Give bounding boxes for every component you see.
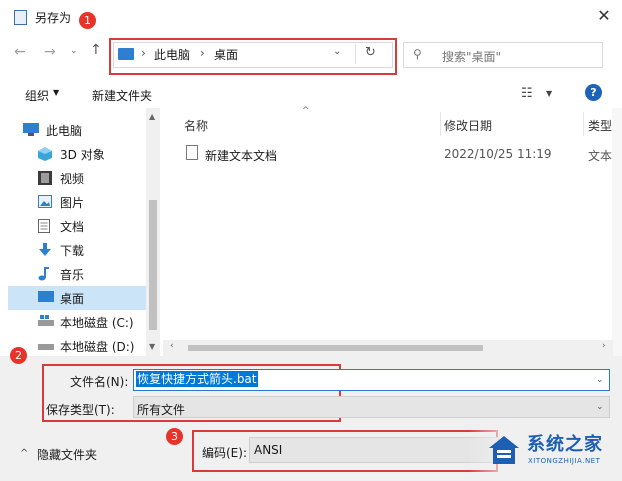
up-arrow-icon[interactable]: ↑	[90, 42, 106, 60]
breadcrumb-this-pc[interactable]: 此电脑	[154, 46, 190, 63]
house-logo-icon	[489, 436, 519, 464]
sidebar-item-drive-c[interactable]: 本地磁盘 (C:)	[8, 310, 146, 334]
sidebar-item-label: 本地磁盘 (C:)	[60, 316, 134, 330]
recent-locations-chevron-icon[interactable]: ⌄	[70, 46, 80, 60]
sidebar-item-pictures[interactable]: 图片	[8, 190, 146, 214]
drive-icon	[38, 315, 54, 326]
file-row-date: 2022/10/25 11:19	[444, 147, 552, 161]
organize-button[interactable]: 组织	[25, 87, 49, 104]
sidebar-item-label: 下载	[60, 244, 85, 258]
sidebar-item-this-pc[interactable]: 此电脑	[8, 118, 146, 142]
text-file-icon[interactable]	[186, 145, 198, 160]
filelist-scrollbar[interactable]	[612, 108, 622, 356]
view-options-icon[interactable]: ☷	[521, 86, 533, 101]
film-icon	[38, 171, 52, 185]
scroll-down-icon[interactable]: ▼	[149, 342, 155, 351]
sidebar-item-label: 此电脑	[46, 124, 83, 138]
music-note-icon	[38, 267, 49, 281]
address-dropdown-icon[interactable]: ⌄	[333, 46, 341, 57]
sort-caret-icon: ^	[302, 106, 310, 116]
sidebar-item-downloads[interactable]: 下载	[8, 238, 146, 262]
back-arrow-icon[interactable]: ←	[14, 44, 32, 62]
encoding-select[interactable]	[249, 437, 499, 463]
refresh-icon[interactable]: ↻	[365, 45, 376, 60]
new-folder-button[interactable]: 新建文件夹	[92, 87, 152, 104]
close-button[interactable]: ✕	[592, 4, 616, 28]
drive-icon	[38, 344, 54, 350]
address-divider	[355, 44, 356, 64]
breadcrumb-desktop[interactable]: 桌面	[214, 46, 238, 63]
sidebar-item-label: 文档	[60, 220, 85, 234]
forward-arrow-icon[interactable]: →	[44, 44, 62, 62]
search-placeholder: 搜索"桌面"	[442, 50, 502, 64]
watermark-url: XITONGZHIJIA.NET	[528, 457, 601, 465]
column-separator[interactable]	[440, 112, 441, 136]
notepad-icon	[14, 10, 27, 25]
file-row-name[interactable]: 新建文本文档	[205, 147, 277, 164]
filename-dropdown-icon[interactable]: ⌄	[596, 375, 604, 385]
sidebar-item-label: 视频	[60, 172, 85, 186]
sidebar-scrollbar-thumb[interactable]	[149, 200, 157, 330]
file-row-type: 文本	[588, 149, 613, 163]
sidebar-item-drive-d[interactable]: 本地磁盘 (D:)	[8, 334, 146, 354]
sidebar-item-label: 本地磁盘 (D:)	[60, 340, 135, 354]
column-header-date[interactable]: 修改日期	[444, 117, 492, 134]
desktop-icon	[38, 291, 54, 302]
annotation-badge-1: 1	[79, 12, 96, 29]
sidebar-item-label: 图片	[60, 196, 85, 210]
annotation-badge-3: 3	[166, 428, 183, 445]
cube-icon	[38, 147, 52, 161]
scroll-right-icon[interactable]: ›	[602, 341, 606, 351]
breadcrumb-separator[interactable]: ›	[141, 46, 146, 60]
document-icon	[38, 219, 50, 233]
watermark-brand: 系统之家	[527, 434, 603, 455]
encoding-label: 编码(E):	[202, 446, 247, 460]
scroll-left-icon[interactable]: ‹	[170, 341, 174, 351]
sidebar-item-3d-objects[interactable]: 3D 对象	[8, 142, 146, 166]
sidebar-item-label: 3D 对象	[60, 148, 105, 162]
search-input[interactable]	[403, 42, 603, 68]
filetype-dropdown-icon[interactable]: ⌄	[596, 402, 604, 412]
breadcrumb-separator[interactable]: ›	[200, 46, 205, 60]
sidebar-item-desktop[interactable]: 桌面	[8, 286, 146, 310]
encoding-value[interactable]: ANSI	[254, 443, 282, 457]
filetype-select[interactable]	[133, 396, 610, 418]
view-dropdown-icon[interactable]: ▼	[546, 89, 552, 98]
computer-icon	[23, 123, 39, 136]
filename-label: 文件名(N):	[70, 375, 129, 389]
picture-icon	[38, 195, 52, 208]
filename-value[interactable]: 恢复快捷方式箭头.bat	[136, 371, 258, 387]
search-icon: ⚲	[413, 47, 422, 61]
help-icon[interactable]: ?	[585, 84, 602, 101]
column-header-name[interactable]: 名称	[184, 117, 208, 134]
sidebar-item-label: 音乐	[60, 268, 85, 282]
sidebar-item-music[interactable]: 音乐	[8, 262, 146, 286]
hide-folders-caret-icon[interactable]: ^	[20, 448, 28, 459]
organize-dropdown-icon[interactable]: ▼	[53, 88, 59, 97]
column-header-type[interactable]: 类型	[588, 117, 612, 134]
hide-folders-toggle[interactable]: 隐藏文件夹	[37, 446, 97, 463]
horizontal-scrollbar-thumb[interactable]	[188, 345, 483, 351]
annotation-badge-2: 2	[10, 347, 27, 364]
column-separator[interactable]	[583, 112, 584, 136]
sidebar-item-videos[interactable]: 视频	[8, 166, 146, 190]
filetype-value[interactable]: 所有文件	[137, 401, 185, 418]
sidebar-item-documents[interactable]: 文档	[8, 214, 146, 238]
window-title: 另存为	[35, 11, 72, 25]
sidebar-item-label: 桌面	[60, 292, 85, 306]
download-arrow-icon	[39, 243, 51, 256]
filetype-label: 保存类型(T):	[46, 403, 115, 417]
monitor-icon	[118, 48, 134, 60]
scroll-up-icon[interactable]: ▲	[149, 112, 155, 121]
